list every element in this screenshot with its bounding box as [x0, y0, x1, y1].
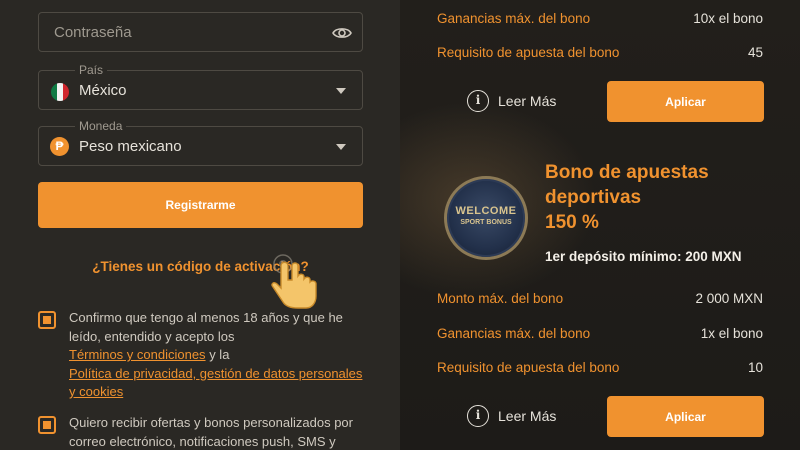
pointer-hand-icon	[271, 254, 317, 309]
bonus-row-value: 10	[747, 360, 763, 375]
min-deposit-text: 1er depósito mínimo: 200 MXN	[545, 249, 742, 264]
age-consent-label: Confirmo que tengo al menos 18 años y qu…	[69, 310, 343, 344]
bonus-row-label: Monto máx. del bono	[437, 291, 564, 306]
read-more-button[interactable]: i Leer Más	[467, 90, 556, 112]
peso-coin-icon: ₱	[50, 137, 69, 156]
title-line3: 150 %	[545, 212, 599, 233]
country-caption: País	[75, 63, 108, 77]
bonus-row-label: Requisito de apuesta del bono	[437, 45, 620, 60]
bonus-row: Requisito de apuesta del bono 45	[437, 45, 763, 60]
offers-consent-checkbox[interactable]	[38, 416, 56, 434]
bonus-row: Monto máx. del bono 2 000 MXN	[437, 291, 763, 306]
bonus-row: Ganancias máx. del bono 1x el bono	[437, 326, 763, 341]
offers-consent-text: Quiero recibir ofertas y bonos personali…	[69, 415, 353, 449]
bonus-panel: Ganancias máx. del bono 10x el bono Requ…	[400, 0, 800, 450]
read-more-button[interactable]: i Leer Más	[467, 405, 556, 427]
currency-value: Peso mexicano	[79, 138, 182, 155]
sport-bonus-title: Bono de apuestas deportivas 150 %	[545, 160, 775, 235]
mexico-flag-icon	[51, 83, 69, 101]
read-more-label: Leer Más	[498, 93, 557, 109]
bonus-row-label: Requisito de apuesta del bono	[437, 360, 620, 375]
badge-line2: SPORT BONUS	[460, 219, 512, 226]
bonus-row: Ganancias máx. del bono 10x el bono	[437, 11, 763, 26]
age-consent-text: Confirmo que tengo al menos 18 años y qu…	[69, 309, 369, 402]
currency-select[interactable]: Moneda ₱ Peso mexicano	[38, 119, 363, 166]
privacy-link[interactable]: Política de privacidad, gestión de datos…	[69, 366, 362, 400]
age-consent-checkbox[interactable]	[38, 311, 56, 329]
apply-bonus-button[interactable]: Aplicar	[607, 396, 764, 437]
info-icon: i	[467, 405, 489, 427]
apply-bonus-button[interactable]: Aplicar	[607, 81, 764, 122]
password-field[interactable]: Contraseña	[38, 12, 363, 52]
password-placeholder: Contraseña	[54, 24, 132, 41]
chevron-down-icon	[336, 144, 346, 150]
consent-connector: y la	[209, 347, 230, 362]
terms-link[interactable]: Términos y condiciones	[69, 347, 206, 362]
welcome-sport-bonus-badge: WELCOME SPORT BONUS	[444, 176, 528, 260]
registration-panel: Contraseña País México Moneda ₱ Peso mex…	[0, 0, 400, 450]
info-icon: i	[467, 90, 489, 112]
read-more-label: Leer Más	[498, 408, 557, 424]
eye-icon[interactable]	[332, 25, 352, 41]
currency-caption: Moneda	[75, 119, 127, 133]
bonus-row-label: Ganancias máx. del bono	[437, 326, 591, 341]
country-select[interactable]: País México	[38, 63, 363, 110]
bonus-row-label: Ganancias máx. del bono	[437, 11, 591, 26]
bonus-row-value: 2 000 MXN	[695, 291, 763, 306]
bonus-row-value: 45	[747, 45, 763, 60]
chevron-down-icon	[336, 88, 346, 94]
bonus-row-value: 1x el bono	[700, 326, 763, 341]
bonus-row: Requisito de apuesta del bono 10	[437, 360, 763, 375]
country-value: México	[79, 82, 127, 99]
bonus-row-value: 10x el bono	[693, 11, 763, 26]
register-button[interactable]: Registrarme	[38, 182, 363, 228]
badge-line1: WELCOME	[455, 205, 517, 217]
title-line2: deportivas	[545, 187, 642, 208]
title-line1: Bono de apuestas	[545, 162, 709, 183]
